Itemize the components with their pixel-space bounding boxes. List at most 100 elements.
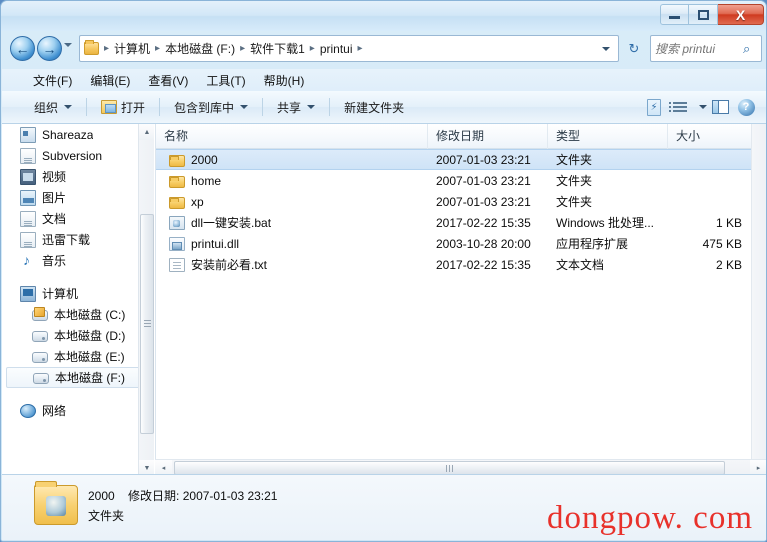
organize-button[interactable]: 组织: [26, 96, 80, 119]
table-row[interactable]: 2000 2007-01-03 23:21 文件夹: [156, 149, 752, 170]
sidebar-item-9[interactable]: 本地磁盘 (C:): [2, 304, 154, 325]
chevron-left-icon: ◂: [161, 465, 166, 472]
file-size-cell: 475 KB: [702, 236, 742, 251]
minimize-button[interactable]: [660, 4, 689, 25]
sidebar-item-label: 网络: [42, 404, 67, 418]
file-type-cell: 文件夹: [556, 153, 593, 167]
file-type-cell: 文件夹: [556, 195, 593, 209]
sidebar-item-14[interactable]: 网络: [2, 400, 154, 421]
menu-edit[interactable]: 编辑(E): [81, 70, 139, 91]
table-row[interactable]: dll一键安装.bat 2017-02-22 15:35 Windows 批处理..…: [156, 212, 752, 233]
search-box[interactable]: ⌕: [650, 35, 762, 62]
file-size-cell: 2 KB: [715, 257, 742, 272]
sidebar-item-3[interactable]: 图片: [2, 187, 154, 208]
video-icon: [20, 168, 36, 185]
file-name: 安装前必看.txt: [191, 258, 268, 272]
table-row[interactable]: home 2007-01-03 23:21 文件夹: [156, 170, 752, 191]
sidebar-item-0[interactable]: Shareaza: [2, 124, 154, 145]
chevron-down-icon[interactable]: [699, 105, 707, 109]
forward-button[interactable]: →: [37, 36, 62, 61]
help-button[interactable]: ?: [733, 96, 759, 118]
sidebar-item-8[interactable]: 计算机: [2, 283, 154, 304]
scroll-up-button[interactable]: ▲: [139, 124, 154, 140]
menu-help[interactable]: 帮助(H): [255, 70, 314, 91]
sidebar-item-5[interactable]: 迅雷下载: [2, 229, 154, 250]
change-view-button[interactable]: [667, 96, 693, 118]
details-line-2: 文件夹: [88, 507, 124, 524]
table-row[interactable]: 安装前必看.txt 2017-02-22 15:35 文本文档 2 KB: [156, 254, 752, 275]
explorer-window: X ← → ▸ 计算机 ▸ 本地磁盘 (F:) ▸ 软件下载1 ▸ printu…: [0, 0, 767, 542]
hscrollbar-thumb[interactable]: [174, 461, 725, 475]
menu-bar: 文件(F) 编辑(E) 查看(V) 工具(T) 帮助(H): [2, 69, 766, 91]
recent-pages-dropdown[interactable]: [64, 43, 72, 47]
breadcrumb-separator: ▸: [357, 43, 363, 54]
sidebar-item-2[interactable]: 视频: [2, 166, 154, 187]
breadcrumb-item-1[interactable]: 本地磁盘 (F:): [163, 40, 237, 57]
toolbar-separator: [262, 98, 264, 116]
sidebar-item-label: 图片: [42, 191, 67, 205]
scrollbar-grip-icon: [445, 465, 453, 472]
file-type-cell: Windows 批处理...: [556, 216, 655, 230]
column-header-name[interactable]: 名称: [156, 123, 428, 149]
maximize-button[interactable]: [689, 4, 718, 25]
sidebar-item-12[interactable]: 本地磁盘 (F:): [6, 367, 150, 388]
drive-icon: [33, 373, 49, 384]
column-header-date[interactable]: 修改日期: [428, 123, 548, 149]
file-date-cell: 2003-10-28 20:00: [436, 236, 531, 251]
sidebar-item-6[interactable]: 音乐: [2, 250, 154, 271]
breadcrumb[interactable]: ▸ 计算机 ▸ 本地磁盘 (F:) ▸ 软件下载1 ▸ printui ▸: [79, 35, 619, 62]
menu-tools[interactable]: 工具(T): [197, 70, 254, 91]
sidebar-item-label: Subversion: [42, 148, 103, 163]
table-row[interactable]: xp 2007-01-03 23:21 文件夹: [156, 191, 752, 212]
breadcrumb-item-3[interactable]: printui: [318, 42, 355, 56]
burn-button[interactable]: ⚡: [641, 96, 667, 118]
document-icon: [20, 210, 36, 227]
sidebar-item-1[interactable]: Subversion: [2, 145, 154, 166]
share-button[interactable]: 共享: [269, 96, 323, 119]
picture-icon: [20, 189, 36, 206]
scrollbar-thumb[interactable]: [140, 214, 154, 434]
back-button[interactable]: ←: [10, 36, 35, 61]
views-icon: [669, 102, 687, 112]
file-name-cell: 2000: [156, 152, 428, 167]
column-header-type[interactable]: 类型: [548, 123, 668, 149]
maximize-icon: [697, 9, 709, 20]
sidebar-item-label: 本地磁盘 (E:): [54, 350, 125, 364]
include-in-library-button[interactable]: 包含到库中: [166, 96, 256, 119]
chevron-down-icon[interactable]: [602, 46, 610, 51]
file-name: home: [191, 173, 222, 188]
navigation-scrollbar[interactable]: ▲ ▼: [138, 124, 154, 476]
column-headers: 名称 修改日期 类型 大小: [156, 123, 766, 149]
open-button[interactable]: 打开: [93, 96, 153, 119]
sidebar-item-label: 计算机: [42, 287, 79, 301]
new-folder-button[interactable]: 新建文件夹: [336, 96, 412, 119]
menu-file[interactable]: 文件(F): [24, 70, 81, 91]
network-icon: [20, 404, 36, 418]
breadcrumb-item-2[interactable]: 软件下载1: [248, 40, 307, 57]
sidebar-item-11[interactable]: 本地磁盘 (E:): [2, 346, 154, 367]
column-header-size[interactable]: 大小: [668, 123, 752, 149]
sidebar-item-4[interactable]: 文档: [2, 208, 154, 229]
refresh-button[interactable]: ↻: [624, 39, 644, 59]
menu-view[interactable]: 查看(V): [139, 70, 197, 91]
address-bar: ← → ▸ 计算机 ▸ 本地磁盘 (F:) ▸ 软件下载1 ▸ printui …: [1, 31, 766, 67]
sidebar-item-10[interactable]: 本地磁盘 (D:): [2, 325, 154, 346]
open-folder-icon: [101, 100, 118, 114]
table-row[interactable]: printui.dll 2003-10-28 20:00 应用程序扩展 475 KB: [156, 233, 752, 254]
window-controls: X: [660, 4, 764, 25]
file-rows: 2000 2007-01-03 23:21 文件夹 home 2007-01-03 23…: [156, 149, 752, 275]
file-date-cell: 2007-01-03 23:21: [436, 173, 531, 188]
breadcrumb-item-0[interactable]: 计算机: [112, 40, 152, 57]
preview-pane-button[interactable]: [707, 96, 733, 118]
search-input[interactable]: [655, 41, 743, 56]
file-size-cell: 1 KB: [715, 215, 742, 230]
new-folder-label: 新建文件夹: [344, 100, 405, 115]
file-name: dll一键安装.bat: [191, 216, 272, 230]
details-type: 文件夹: [88, 509, 125, 523]
open-label: 打开: [121, 100, 146, 115]
minimize-icon: [669, 16, 680, 19]
help-icon: ?: [737, 98, 755, 116]
file-date-cell: 2007-01-03 23:21: [436, 194, 531, 209]
watermark: dongpow. com: [546, 500, 753, 536]
close-button[interactable]: X: [718, 4, 764, 25]
